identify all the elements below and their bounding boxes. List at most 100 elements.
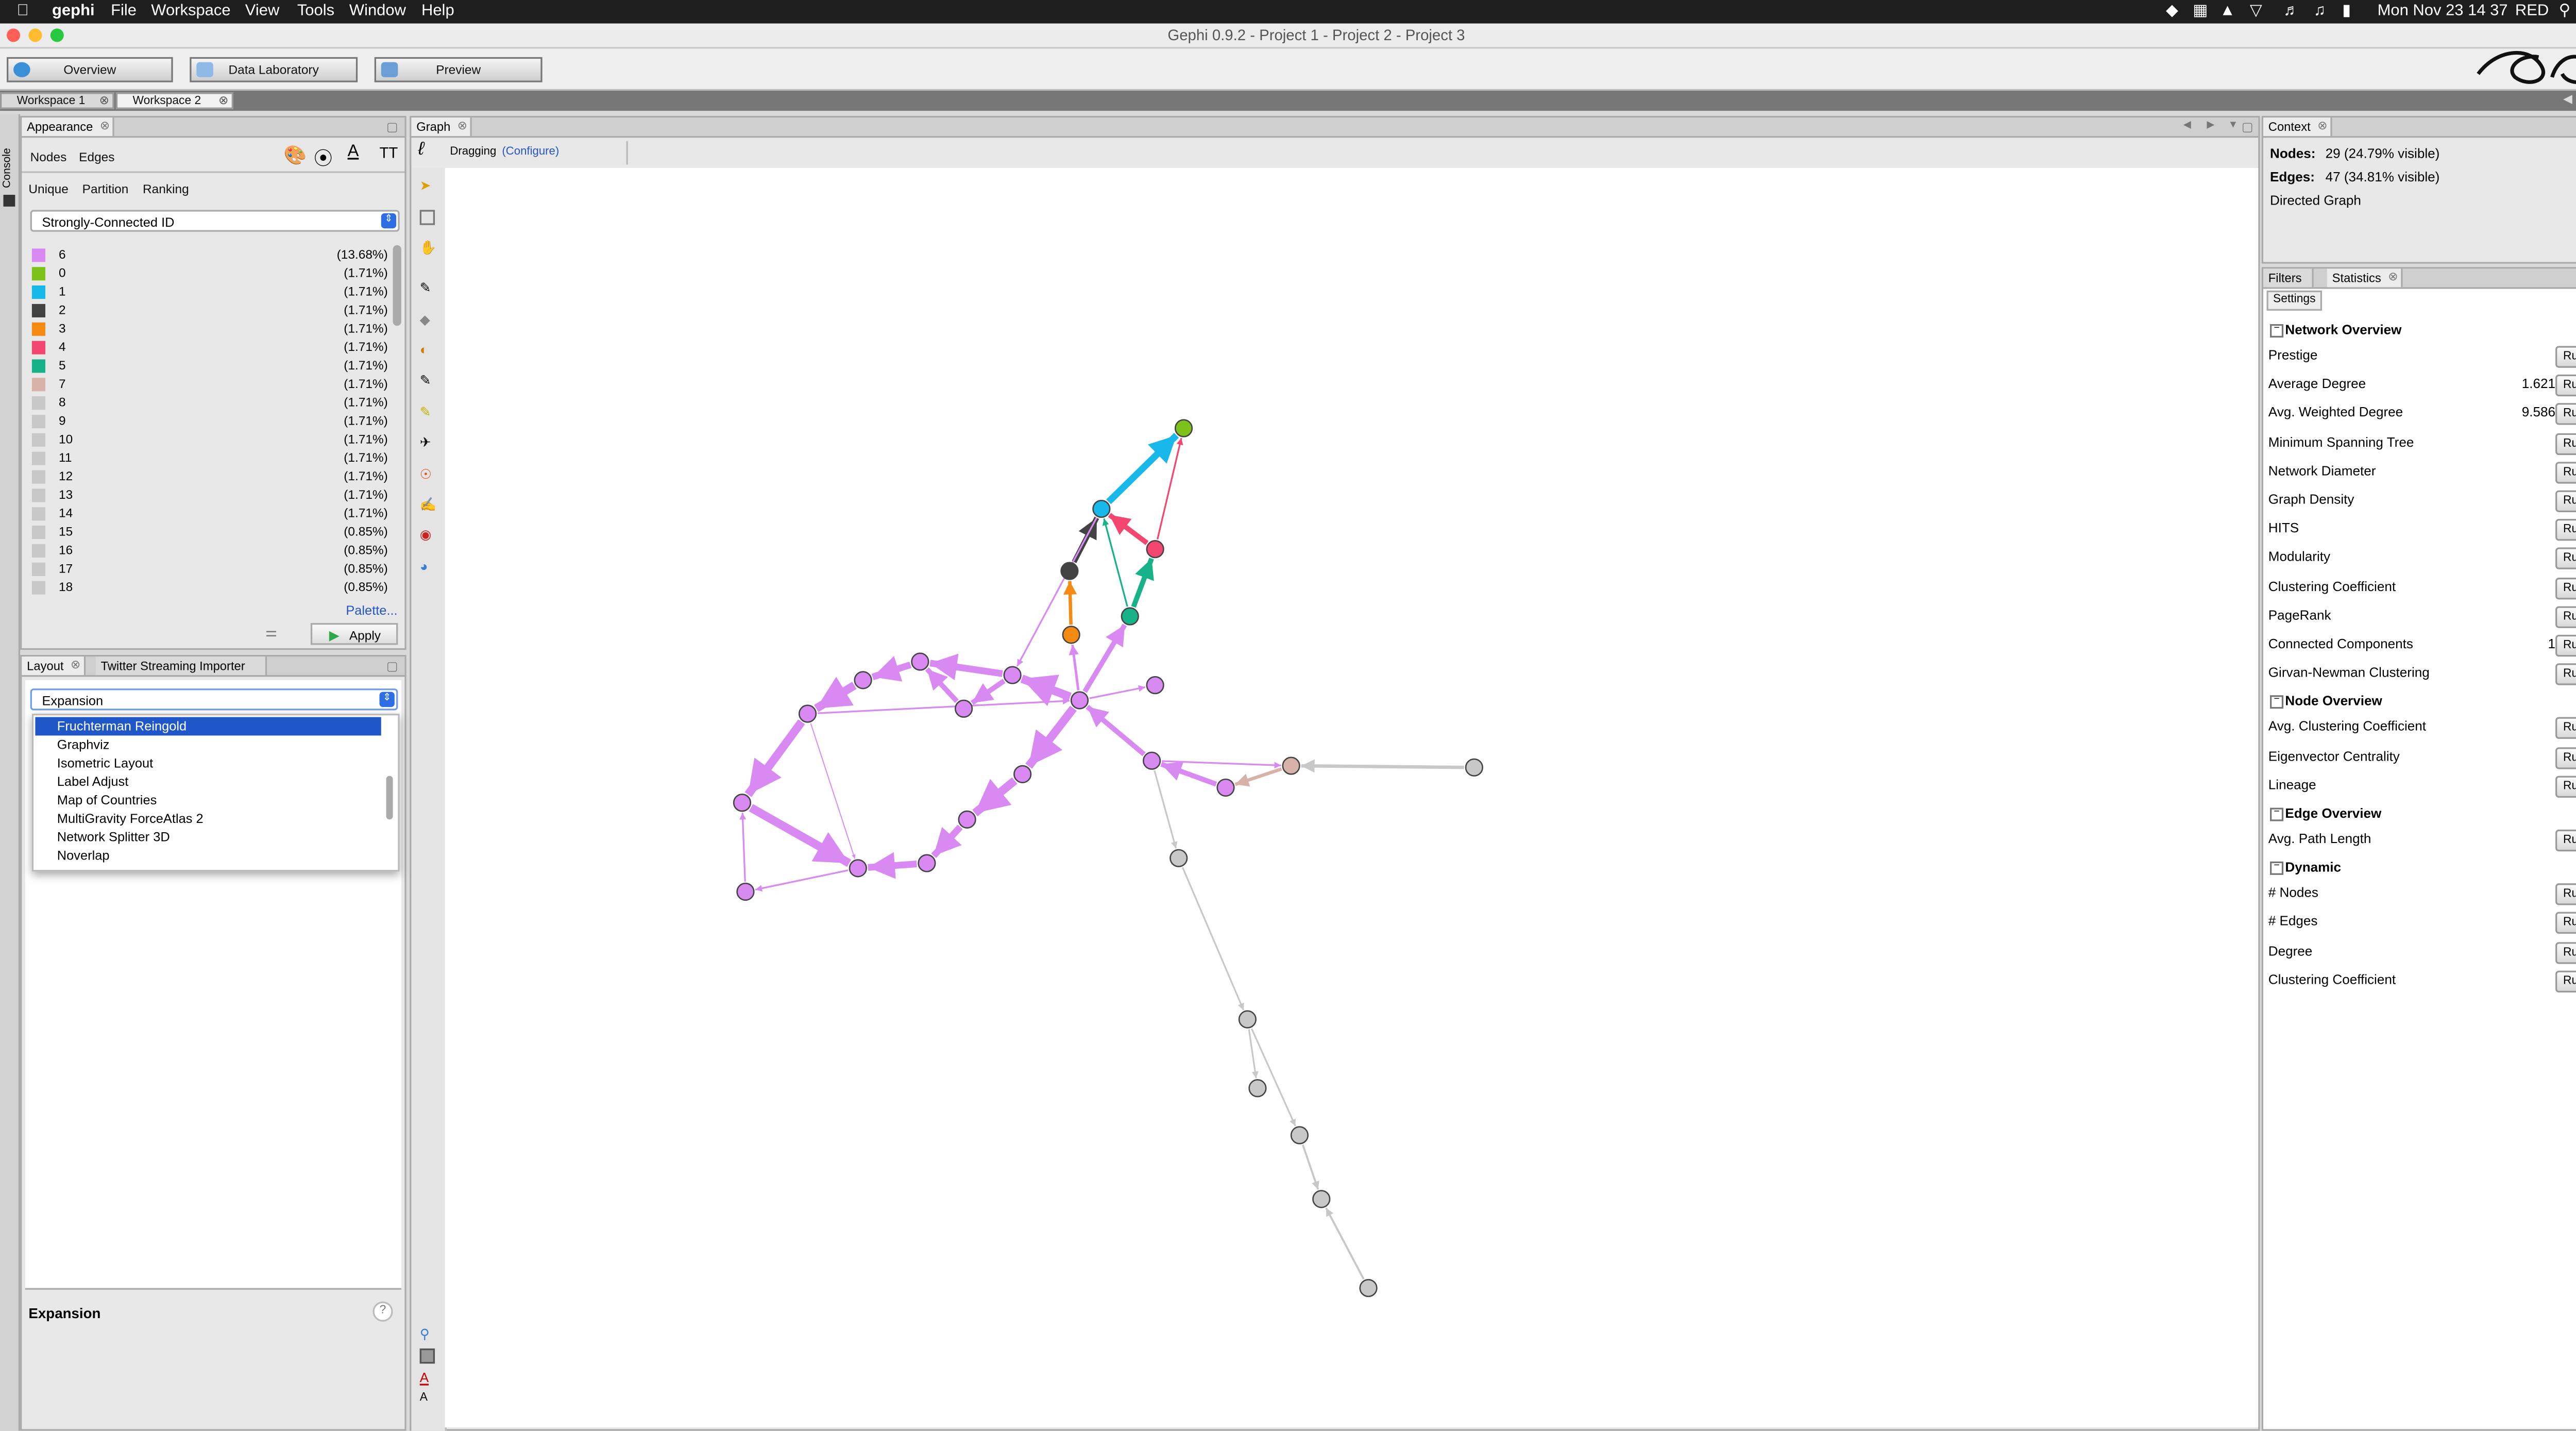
target-icon[interactable]: ☉: [420, 467, 437, 484]
partition-row[interactable]: 11 (1.71%): [22, 448, 398, 467]
menu-help[interactable]: Help: [421, 0, 454, 24]
diamond-icon[interactable]: ◆: [420, 312, 437, 329]
graph-edge[interactable]: [1154, 770, 1178, 849]
color-swatch[interactable]: [31, 581, 45, 595]
dropbox-icon[interactable]: ◆: [2166, 0, 2178, 24]
graph-edge[interactable]: [931, 824, 963, 858]
run-button[interactable]: Run: [2555, 775, 2576, 798]
menu-tools[interactable]: Tools: [297, 0, 334, 24]
layout-option[interactable]: Isometric Layout: [35, 754, 381, 772]
collapse-icon[interactable]: −: [2270, 807, 2284, 821]
layout-option[interactable]: Noverlap: [35, 846, 381, 865]
graph-node[interactable]: [1216, 778, 1235, 797]
partition-row[interactable]: 3 (1.71%): [22, 319, 398, 338]
partition-row[interactable]: 6 (13.68%): [22, 245, 398, 264]
partition-row[interactable]: 13 (1.71%): [22, 485, 398, 504]
graph-edge[interactable]: [1102, 518, 1128, 607]
graph-edge[interactable]: [1020, 675, 1072, 706]
graph-edge[interactable]: [925, 667, 959, 703]
graph-edge[interactable]: [1082, 624, 1127, 693]
graph-node[interactable]: [955, 699, 973, 718]
minimize-window-icon[interactable]: [28, 28, 42, 42]
partition-row[interactable]: 14 (1.71%): [22, 504, 398, 523]
collapse-icon[interactable]: −: [2270, 696, 2284, 710]
label-size-icon[interactable]: TT: [380, 144, 398, 161]
graph-edge[interactable]: [1250, 1028, 1296, 1126]
cone-icon[interactable]: ▲: [2219, 0, 2235, 24]
graph-node[interactable]: [911, 652, 929, 671]
graph-node[interactable]: [1465, 758, 1483, 777]
graph-edge[interactable]: [868, 852, 917, 879]
tab-context[interactable]: Context ⊗: [2263, 117, 2333, 136]
run-button[interactable]: Run: [2555, 577, 2576, 599]
drag-hand-icon[interactable]: ✋: [420, 240, 437, 257]
graph-node[interactable]: [1238, 1010, 1257, 1029]
minimize-panel-icon[interactable]: ▢: [386, 117, 398, 136]
heatmap-icon[interactable]: ◕: [420, 559, 437, 576]
menu-workspace[interactable]: Workspace: [151, 0, 230, 24]
partition-row[interactable]: 8 (1.71%): [22, 393, 398, 412]
graph-node[interactable]: [918, 854, 936, 872]
graph-node[interactable]: [854, 671, 872, 689]
configure-link[interactable]: (Configure): [502, 141, 559, 165]
graph-edge[interactable]: [1071, 645, 1079, 691]
select-arrow-icon[interactable]: ➤: [420, 178, 437, 195]
run-button[interactable]: Run: [2555, 375, 2576, 397]
graph-edge[interactable]: [970, 679, 1006, 705]
partition-row[interactable]: 7 (1.71%): [22, 375, 398, 393]
pencil-icon[interactable]: ✎: [420, 280, 437, 297]
graph-node[interactable]: [736, 882, 755, 901]
layout-option[interactable]: Fruchterman Reingold: [35, 717, 381, 736]
tab-layout[interactable]: Layout ⊗: [22, 656, 86, 676]
graph-edge[interactable]: [749, 804, 852, 867]
close-icon[interactable]: ⊗: [218, 94, 228, 111]
partition-row[interactable]: 9 (1.71%): [22, 411, 398, 430]
run-button[interactable]: Run: [2555, 717, 2576, 740]
layout-option[interactable]: MultiGravity ForceAtlas 2: [35, 810, 381, 828]
mode-unique[interactable]: Unique: [28, 181, 69, 196]
rectangle-select-icon[interactable]: [419, 210, 435, 225]
graph-node[interactable]: [1062, 626, 1080, 644]
paint-bucket-icon[interactable]: ◐: [420, 343, 437, 360]
color-swatch[interactable]: [31, 544, 45, 558]
apple-icon[interactable]: : [17, 0, 29, 24]
run-button[interactable]: Run: [2555, 634, 2576, 657]
partition-row[interactable]: 12 (1.71%): [22, 467, 398, 485]
partition-row[interactable]: 0 (1.71%): [22, 264, 398, 282]
tab-graph[interactable]: Graph ⊗: [411, 117, 472, 136]
sound-icon[interactable]: ♫: [2314, 0, 2326, 24]
run-button[interactable]: Run: [2555, 970, 2576, 992]
run-button[interactable]: Run: [2555, 461, 2576, 483]
volume-icon[interactable]: ♬: [2283, 0, 2299, 24]
menu-file[interactable]: File: [111, 0, 137, 24]
graph-edge[interactable]: [972, 777, 1018, 817]
screenshot-icon[interactable]: [419, 1348, 435, 1364]
user-name[interactable]: RED: [2515, 0, 2549, 24]
color-swatch[interactable]: [31, 322, 45, 336]
graph-node[interactable]: [1282, 756, 1300, 775]
app-menu[interactable]: gephi: [52, 0, 95, 24]
run-button[interactable]: Run: [2555, 912, 2576, 935]
tab-twitter-streaming-importer[interactable]: Twitter Streaming Importer: [95, 656, 267, 676]
zoom-window-icon[interactable]: [50, 28, 64, 42]
layout-option[interactable]: Map of Countries: [35, 791, 381, 810]
color-swatch[interactable]: [31, 562, 45, 576]
close-window-icon[interactable]: [7, 28, 21, 42]
spotlight-icon[interactable]: ⚲: [2559, 0, 2571, 24]
color-swatch[interactable]: [31, 359, 45, 373]
edit-node-icon[interactable]: ✍: [420, 497, 437, 514]
overview-button[interactable]: Overview: [7, 57, 173, 82]
popup-scrollbar[interactable]: [386, 776, 393, 820]
menu-window[interactable]: Window: [349, 0, 406, 24]
graph-edge[interactable]: [1131, 558, 1154, 608]
clock[interactable]: Mon Nov 23 14 37: [2378, 0, 2508, 24]
graph-node[interactable]: [849, 859, 867, 878]
color-swatch[interactable]: [31, 304, 45, 317]
airplane-icon[interactable]: ✈: [420, 435, 437, 452]
run-button[interactable]: Run: [2555, 346, 2576, 368]
close-icon[interactable]: ⊗: [100, 117, 110, 136]
graph-edge[interactable]: [1108, 513, 1149, 545]
graph-node[interactable]: [1092, 499, 1111, 518]
data-laboratory-button[interactable]: Data Laboratory: [190, 57, 358, 82]
mode-ranking[interactable]: Ranking: [143, 181, 189, 196]
